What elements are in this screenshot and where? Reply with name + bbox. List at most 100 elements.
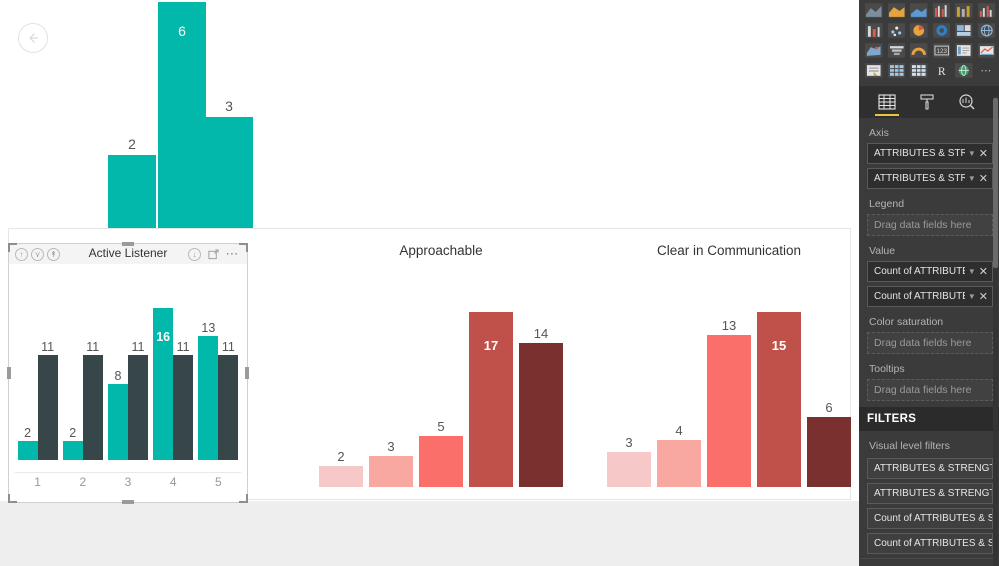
resize-handle-top-left[interactable] bbox=[8, 243, 17, 252]
more-options-icon[interactable]: ⋯ bbox=[226, 247, 239, 261]
visual-level-filter-item[interactable]: ATTRIBUTES & STRENGT... bbox=[867, 458, 993, 479]
sidebar-scrollbar-thumb[interactable] bbox=[993, 98, 998, 268]
resize-handle-left[interactable] bbox=[7, 367, 11, 379]
donut-chart-icon[interactable] bbox=[932, 22, 950, 38]
bar-item[interactable]: 11 bbox=[82, 340, 103, 460]
format-tab[interactable] bbox=[907, 86, 947, 118]
bar-item[interactable]: 17 bbox=[469, 312, 513, 487]
bar-item[interactable]: 11 bbox=[218, 340, 239, 460]
remove-field-icon[interactable]: ✕ bbox=[979, 147, 988, 160]
field-pill[interactable]: ATTRIBUTES & STRENGT▼✕ bbox=[867, 143, 993, 164]
remove-field-icon[interactable]: ✕ bbox=[979, 265, 988, 278]
bar-item[interactable]: 11 bbox=[173, 340, 194, 460]
background-chart[interactable]: 2 6 3 bbox=[0, 0, 859, 260]
bar[interactable] bbox=[107, 384, 128, 460]
fields-tab[interactable] bbox=[867, 86, 907, 118]
chart-approachable[interactable]: Approachable 2 3 5 17 14 bbox=[291, 229, 591, 501]
bar[interactable] bbox=[82, 355, 103, 460]
bar-item[interactable]: 3 bbox=[607, 435, 651, 487]
bar-item[interactable]: 11 bbox=[127, 340, 148, 460]
bar-item[interactable]: 14 bbox=[519, 326, 563, 487]
funnel-chart-icon[interactable] bbox=[887, 42, 905, 58]
area-chart-icon[interactable] bbox=[865, 2, 883, 18]
bar-item[interactable]: 13 bbox=[198, 321, 219, 460]
analytics-tab[interactable] bbox=[947, 86, 987, 118]
chevron-down-icon[interactable]: ▼ bbox=[968, 149, 976, 158]
chart-clear-in-communication[interactable]: Clear in Communication 3 4 13 15 6 bbox=[599, 229, 859, 501]
chevron-down-icon[interactable]: ▼ bbox=[968, 292, 976, 301]
card-number-icon[interactable]: 123 bbox=[932, 42, 950, 58]
bar[interactable] bbox=[62, 441, 83, 460]
bar[interactable] bbox=[807, 417, 851, 487]
field-pill[interactable]: Count of ATTRIBUTES & ▼✕ bbox=[867, 261, 993, 282]
bar-item[interactable]: 2 bbox=[319, 449, 363, 487]
matrix-icon[interactable] bbox=[910, 62, 928, 78]
multi-row-card-icon[interactable] bbox=[955, 42, 973, 58]
background-bar[interactable] bbox=[205, 117, 253, 232]
remove-field-icon[interactable]: ✕ bbox=[979, 172, 988, 185]
download-icon[interactable]: ↓ bbox=[188, 247, 201, 261]
kpi-icon[interactable] bbox=[977, 42, 995, 58]
drill-expand-icon[interactable]: ⋎ bbox=[31, 247, 44, 261]
bar-item[interactable]: 5 bbox=[419, 419, 463, 487]
gauge-icon[interactable] bbox=[910, 42, 928, 58]
resize-handle-bottom-left[interactable] bbox=[8, 494, 17, 503]
pie-chart-icon[interactable] bbox=[910, 22, 928, 38]
bar-item[interactable]: 8 bbox=[107, 369, 128, 460]
focus-mode-icon[interactable] bbox=[207, 248, 220, 261]
bar-item[interactable]: 15 bbox=[757, 312, 801, 487]
chevron-down-icon[interactable]: ▼ bbox=[968, 174, 976, 183]
bar[interactable] bbox=[319, 466, 363, 487]
treemap-icon[interactable] bbox=[955, 22, 973, 38]
visual-level-filter-item[interactable]: Count of ATTRIBUTES & S... bbox=[867, 508, 993, 529]
chevron-down-icon[interactable]: ▼ bbox=[968, 267, 976, 276]
bar-item[interactable]: 2 bbox=[17, 426, 38, 460]
more-visuals-icon[interactable]: ⋯ bbox=[978, 62, 996, 78]
bar-chart-icon[interactable] bbox=[865, 22, 883, 38]
field-dropzone[interactable]: Drag data fields here bbox=[867, 379, 993, 401]
custom-visual-globe-icon[interactable] bbox=[955, 62, 973, 78]
table-icon[interactable] bbox=[887, 62, 905, 78]
bar[interactable] bbox=[127, 355, 148, 460]
background-bar-group[interactable]: 2 bbox=[108, 136, 156, 232]
bar-item[interactable]: 13 bbox=[707, 318, 751, 487]
r-script-visual-icon[interactable]: R bbox=[932, 62, 950, 78]
bar[interactable] bbox=[419, 436, 463, 487]
bar[interactable] bbox=[657, 440, 701, 487]
bar[interactable] bbox=[369, 456, 413, 487]
visual-active-listener[interactable]: ↑ ⋎ ↟ Active Listener ↓ ⋯ 2 11 2 11 8 11… bbox=[7, 242, 249, 504]
bar-item[interactable]: 11 bbox=[37, 340, 58, 460]
background-bar-group[interactable]: 3 bbox=[205, 98, 253, 232]
resize-handle-bottom[interactable] bbox=[122, 500, 134, 504]
background-bar-group[interactable]: 6 bbox=[158, 2, 206, 232]
bar[interactable] bbox=[198, 336, 219, 460]
resize-handle-top[interactable] bbox=[122, 242, 134, 246]
clustered-column-chart-icon[interactable] bbox=[932, 2, 950, 18]
remove-field-icon[interactable]: ✕ bbox=[979, 290, 988, 303]
bar[interactable] bbox=[707, 335, 751, 487]
bar[interactable] bbox=[218, 355, 239, 460]
slicer-icon[interactable] bbox=[865, 62, 883, 78]
resize-handle-right[interactable] bbox=[245, 367, 249, 379]
bar-item[interactable]: 2 bbox=[62, 426, 83, 460]
bar-item[interactable]: 4 bbox=[657, 423, 701, 487]
background-bar[interactable] bbox=[108, 155, 156, 232]
scatter-chart-icon[interactable] bbox=[887, 22, 905, 38]
bar-item[interactable]: 6 bbox=[807, 400, 851, 487]
map-icon[interactable] bbox=[977, 22, 995, 38]
line-area-chart-icon[interactable] bbox=[910, 2, 928, 18]
field-dropzone[interactable]: Drag data fields here bbox=[867, 214, 993, 236]
waterfall-chart-icon[interactable] bbox=[977, 2, 995, 18]
bar[interactable] bbox=[17, 441, 38, 460]
filled-map-icon[interactable] bbox=[865, 42, 883, 58]
resize-handle-bottom-right[interactable] bbox=[239, 494, 248, 503]
visual-level-filter-item[interactable]: ATTRIBUTES & STRENGT... bbox=[867, 483, 993, 504]
bar-item[interactable]: 3 bbox=[369, 439, 413, 487]
drill-down-icon[interactable]: ↟ bbox=[47, 247, 60, 261]
visual-level-filter-item[interactable]: Count of ATTRIBUTES & S... bbox=[867, 533, 993, 554]
stacked-area-chart-icon[interactable] bbox=[887, 2, 905, 18]
bar[interactable] bbox=[173, 355, 194, 460]
resize-handle-top-right[interactable] bbox=[239, 243, 248, 252]
bar[interactable] bbox=[519, 343, 563, 487]
ribbon-chart-icon[interactable] bbox=[955, 2, 973, 18]
